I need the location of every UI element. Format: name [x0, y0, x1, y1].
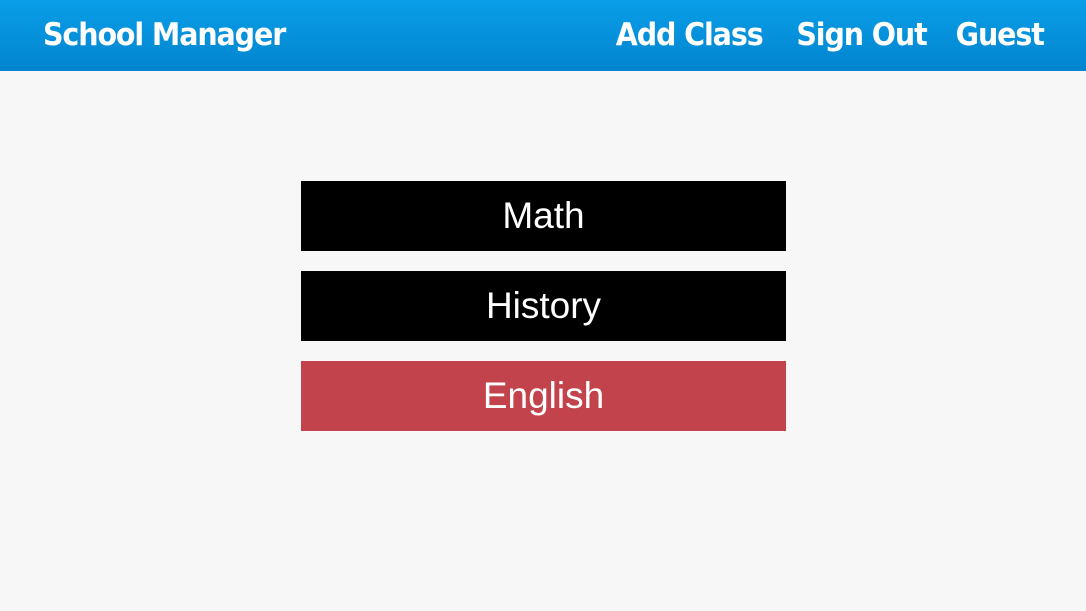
class-button-math[interactable]: Math	[301, 181, 786, 251]
add-class-link[interactable]: Add Class	[616, 13, 764, 57]
class-button-history[interactable]: History	[301, 271, 786, 341]
top-navbar: School Manager Add Class Sign Out Guest	[0, 0, 1086, 71]
user-name-link[interactable]: Guest	[956, 13, 1045, 57]
class-list: Math History English	[301, 181, 786, 451]
top-nav: Add Class Sign Out Guest	[581, 13, 1045, 57]
class-button-english[interactable]: English	[301, 361, 786, 431]
app-brand-link[interactable]: School Manager	[43, 13, 286, 57]
sign-out-link[interactable]: Sign Out	[796, 13, 927, 57]
